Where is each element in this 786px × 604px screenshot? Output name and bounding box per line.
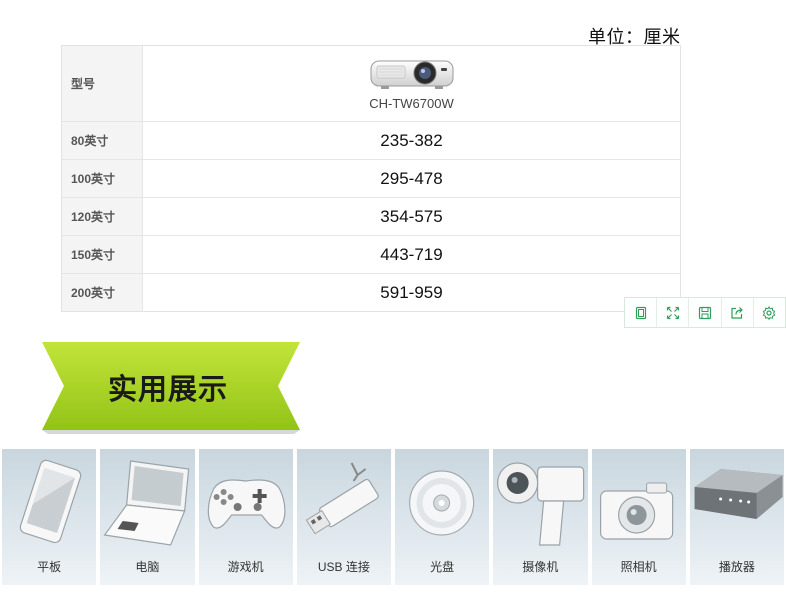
device-label: 电脑 bbox=[135, 560, 160, 574]
table-row: 120英寸 354-575 bbox=[61, 197, 681, 236]
page-icon bbox=[635, 306, 646, 319]
table-row: 200英寸 591-959 bbox=[61, 273, 681, 312]
distance-range-value: 354-575 bbox=[142, 197, 681, 236]
distance-range-value: 443-719 bbox=[142, 235, 681, 274]
page-button[interactable] bbox=[625, 298, 658, 327]
device-item-gamepad[interactable]: 游戏机 bbox=[198, 449, 293, 585]
device-label: 游戏机 bbox=[227, 560, 264, 574]
fullscreen-icon bbox=[666, 306, 679, 319]
model-name: CH-TW6700W bbox=[369, 96, 454, 111]
screen-size-label: 120英寸 bbox=[61, 197, 143, 236]
device-item-player[interactable]: 播放器 bbox=[689, 449, 784, 585]
settings-icon bbox=[763, 305, 776, 320]
device-label: 平板 bbox=[37, 560, 62, 574]
table-row: 80英寸 235-382 bbox=[61, 121, 681, 160]
device-item-tablet[interactable]: 平板 bbox=[2, 449, 97, 585]
device-label: 照相机 bbox=[620, 560, 657, 574]
device-label: 光盘 bbox=[430, 560, 455, 574]
tablet-icon bbox=[19, 459, 82, 544]
device-item-usb[interactable]: USB 连接 bbox=[296, 449, 391, 585]
device-label: 播放器 bbox=[718, 560, 755, 574]
distance-range-value: 235-382 bbox=[142, 121, 681, 160]
usb-icon bbox=[305, 462, 379, 535]
banner-title: 实用展示 bbox=[108, 374, 229, 406]
model-header-label: 型号 bbox=[61, 45, 143, 122]
device-item-laptop[interactable]: 电脑 bbox=[100, 449, 195, 585]
laptop-icon bbox=[103, 460, 190, 546]
table-row: 100英寸 295-478 bbox=[61, 159, 681, 198]
projection-size-table: 型号 CH-TW6700W 80英寸 235-382 100英寸 295-478… bbox=[61, 45, 681, 312]
device-item-camcorder[interactable]: 摄像机 bbox=[493, 449, 588, 585]
save-button[interactable] bbox=[689, 298, 722, 327]
screen-size-label: 150英寸 bbox=[61, 235, 143, 274]
distance-range-value: 591-959 bbox=[142, 273, 681, 312]
image-toolbar bbox=[624, 297, 786, 328]
projector-icon bbox=[370, 60, 453, 89]
disc-icon bbox=[409, 470, 475, 536]
gamepad-icon bbox=[207, 479, 285, 529]
share-icon bbox=[731, 306, 744, 319]
fullscreen-button[interactable] bbox=[657, 298, 690, 327]
save-icon bbox=[698, 306, 712, 319]
share-button[interactable] bbox=[722, 298, 754, 327]
screen-size-label: 100英寸 bbox=[61, 159, 143, 198]
distance-range-value: 295-478 bbox=[142, 159, 681, 198]
settings-button[interactable] bbox=[754, 298, 785, 327]
device-item-camera[interactable]: 照相机 bbox=[591, 449, 686, 585]
device-item-disc[interactable]: 光盘 bbox=[395, 449, 490, 585]
screen-size-label: 200英寸 bbox=[61, 273, 143, 312]
camcorder-icon bbox=[497, 462, 585, 546]
device-label: 摄像机 bbox=[522, 560, 559, 574]
device-list: 平板 电脑 游戏机 USB 连接 光盘 摄像机 照相机 播放器 bbox=[2, 449, 784, 585]
screen-size-label: 80英寸 bbox=[61, 121, 143, 160]
model-row: 型号 CH-TW6700W bbox=[61, 45, 681, 122]
table-row: 150英寸 443-719 bbox=[61, 235, 681, 274]
player-icon bbox=[694, 469, 783, 519]
device-label: USB 连接 bbox=[317, 560, 370, 574]
camera-icon bbox=[599, 482, 673, 540]
